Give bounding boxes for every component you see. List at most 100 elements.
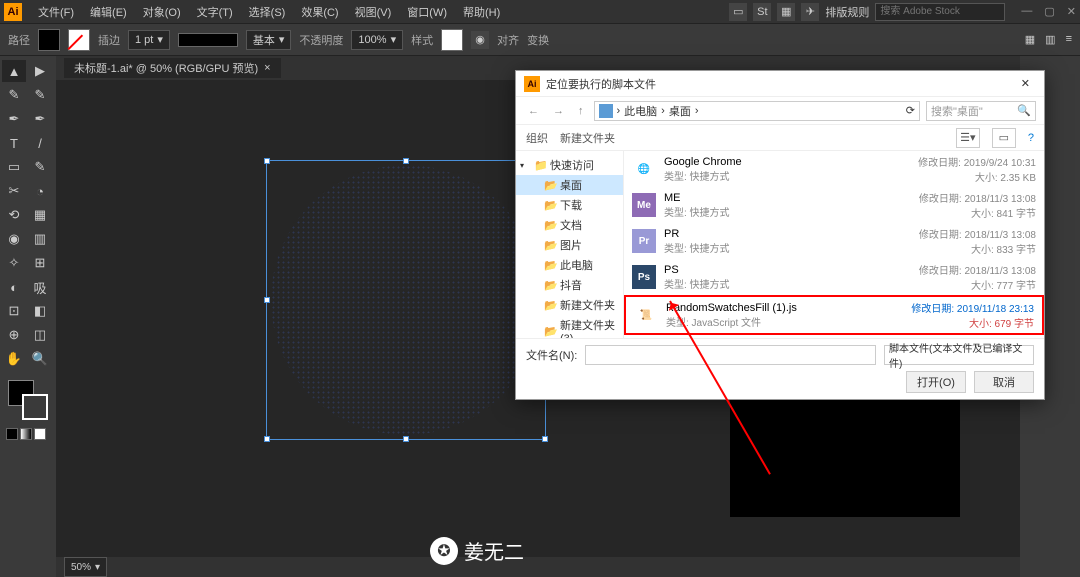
opacity-dropdown[interactable]: 100%▾ — [351, 30, 403, 50]
tool[interactable]: ◉ — [2, 228, 26, 250]
view-mode-button[interactable]: ☰▾ — [956, 128, 980, 148]
sidebar-item[interactable]: 📂新建文件夹 (3) — [516, 315, 623, 338]
sidebar-item[interactable]: 📂下载 — [516, 195, 623, 215]
close-icon[interactable]: ✕ — [1067, 5, 1076, 18]
transform-label[interactable]: 变换 — [527, 32, 549, 48]
panel-icon-2[interactable]: ▥ — [1045, 33, 1055, 46]
tool[interactable]: ✋ — [2, 348, 26, 370]
tool[interactable]: ▲ — [2, 60, 26, 82]
menu-item[interactable]: 视图(V) — [347, 4, 400, 20]
color-mode[interactable] — [6, 428, 18, 440]
align-label[interactable]: 对齐 — [497, 32, 519, 48]
new-folder-button[interactable]: 新建文件夹 — [560, 130, 615, 146]
tool[interactable]: ▥ — [28, 228, 52, 250]
st-icon[interactable]: St — [753, 3, 771, 21]
tool[interactable]: ◔ — [28, 180, 52, 202]
stroke-style[interactable] — [178, 33, 238, 47]
document-tab[interactable]: 未标题-1.ai* @ 50% (RGB/GPU 预览)× — [64, 58, 281, 78]
sidebar-item[interactable]: 📂文档 — [516, 215, 623, 235]
dialog-close-icon[interactable]: ✕ — [1015, 77, 1036, 90]
swatch-icon[interactable]: ▦ — [777, 3, 795, 21]
filter-dropdown[interactable]: 脚本文件(文本文件及已编译文件) — [884, 345, 1034, 365]
tool[interactable]: ▦ — [28, 204, 52, 226]
file-date: 修改日期: 2018/11/3 13:08 — [919, 190, 1036, 205]
tool[interactable]: 吸 — [28, 276, 52, 298]
file-row[interactable]: MeME类型: 快捷方式修改日期: 2018/11/3 13:08大小: 841… — [624, 187, 1044, 223]
menu-item[interactable]: 编辑(E) — [82, 4, 135, 20]
menu-item[interactable]: 文件(F) — [30, 4, 82, 20]
doc-icon[interactable]: ▭ — [729, 3, 747, 21]
tool[interactable]: ⟲ — [2, 204, 26, 226]
tool[interactable]: ✂ — [2, 180, 26, 202]
up-icon[interactable]: ↑ — [574, 105, 588, 117]
path-breadcrumb[interactable]: ›此电脑›桌面› ⟳ — [594, 101, 921, 121]
sidebar-item[interactable]: 📂桌面 — [516, 175, 623, 195]
sidebar-item[interactable]: 📂抖音 — [516, 275, 623, 295]
sidebar-item[interactable]: 📂图片 — [516, 235, 623, 255]
menu-item[interactable]: 帮助(H) — [455, 4, 508, 20]
stroke-swatch[interactable] — [68, 29, 90, 51]
none-mode[interactable] — [34, 428, 46, 440]
tool[interactable]: T — [2, 132, 26, 154]
recolor-icon[interactable]: ◉ — [471, 31, 489, 49]
tool[interactable]: ⊕ — [2, 324, 26, 346]
style-swatch[interactable] — [441, 29, 463, 51]
layout-label[interactable]: 排版规则 — [825, 4, 869, 20]
menu-item[interactable]: 文字(T) — [189, 4, 241, 20]
menu-item[interactable]: 选择(S) — [241, 4, 294, 20]
file-date: 修改日期: 2019/9/24 10:31 — [918, 154, 1036, 169]
tool[interactable]: ✒ — [2, 108, 26, 130]
organize-button[interactable]: 组织 — [526, 130, 548, 146]
file-row[interactable]: 🌐Google Chrome类型: 快捷方式修改日期: 2019/9/24 10… — [624, 151, 1044, 187]
file-type: 类型: JavaScript 文件 — [666, 314, 886, 329]
share-icon[interactable]: ✈ — [801, 3, 819, 21]
tool[interactable]: ◧ — [28, 300, 52, 322]
tool[interactable]: ▭ — [2, 156, 26, 178]
zoom-dropdown[interactable]: 50%▾ — [64, 557, 107, 577]
tool[interactable]: ⊞ — [28, 252, 52, 274]
sidebar-item[interactable]: 📂新建文件夹 — [516, 295, 623, 315]
tool[interactable]: ◫ — [28, 324, 52, 346]
panel-icon[interactable]: ▦ — [1025, 33, 1035, 46]
menu-item[interactable]: 效果(C) — [293, 4, 346, 20]
tool[interactable]: ✎ — [28, 156, 52, 178]
maximize-icon[interactable]: ▢ — [1044, 5, 1054, 18]
help-icon[interactable]: ? — [1028, 132, 1034, 144]
file-name: Google Chrome — [664, 156, 888, 168]
tool[interactable]: 🔍 — [28, 348, 52, 370]
sidebar-item[interactable]: 📂此电脑 — [516, 255, 623, 275]
fill-swatch[interactable] — [38, 29, 60, 51]
file-row[interactable]: PsPS类型: 快捷方式修改日期: 2018/11/3 13:08大小: 777… — [624, 259, 1044, 295]
open-button[interactable]: 打开(O) — [906, 371, 966, 393]
profile-dropdown[interactable]: 基本▾ — [246, 30, 292, 50]
menu-item[interactable]: 对象(O) — [135, 4, 189, 20]
forward-icon[interactable]: → — [549, 105, 568, 117]
dialog-search-input[interactable]: 搜索"桌面"🔍 — [926, 101, 1036, 121]
tool[interactable]: ▶ — [28, 60, 52, 82]
menu-icon[interactable]: ≡ — [1066, 33, 1072, 46]
stroke-weight-dropdown[interactable]: 1 pt▾ — [128, 30, 170, 50]
menu-item[interactable]: 窗口(W) — [399, 4, 455, 20]
minimize-icon[interactable]: — — [1021, 5, 1032, 18]
stock-search-input[interactable] — [875, 3, 1005, 21]
cancel-button[interactable]: 取消 — [974, 371, 1034, 393]
file-icon: Pr — [632, 229, 656, 253]
bounding-box[interactable] — [266, 160, 546, 440]
tool[interactable]: ✎ — [28, 84, 52, 106]
preview-pane-button[interactable]: ▭ — [992, 128, 1016, 148]
file-type: 类型: 快捷方式 — [664, 240, 888, 255]
tab-close-icon[interactable]: × — [264, 62, 270, 74]
tool[interactable]: ⊡ — [2, 300, 26, 322]
tool[interactable]: ◐ — [2, 276, 26, 298]
sidebar-group[interactable]: 📁快速访问 — [516, 155, 623, 175]
filename-input[interactable] — [585, 345, 876, 365]
tool[interactable]: ✎ — [2, 84, 26, 106]
stroke-color[interactable] — [22, 394, 48, 420]
tool[interactable]: ✧ — [2, 252, 26, 274]
tool[interactable]: / — [28, 132, 52, 154]
file-name: RandomSwatchesFill (1).js — [666, 302, 886, 314]
file-row[interactable]: PrPR类型: 快捷方式修改日期: 2018/11/3 13:08大小: 833… — [624, 223, 1044, 259]
tool[interactable]: ✒ — [28, 108, 52, 130]
back-icon[interactable]: ← — [524, 105, 543, 117]
gradient-mode[interactable] — [20, 428, 32, 440]
